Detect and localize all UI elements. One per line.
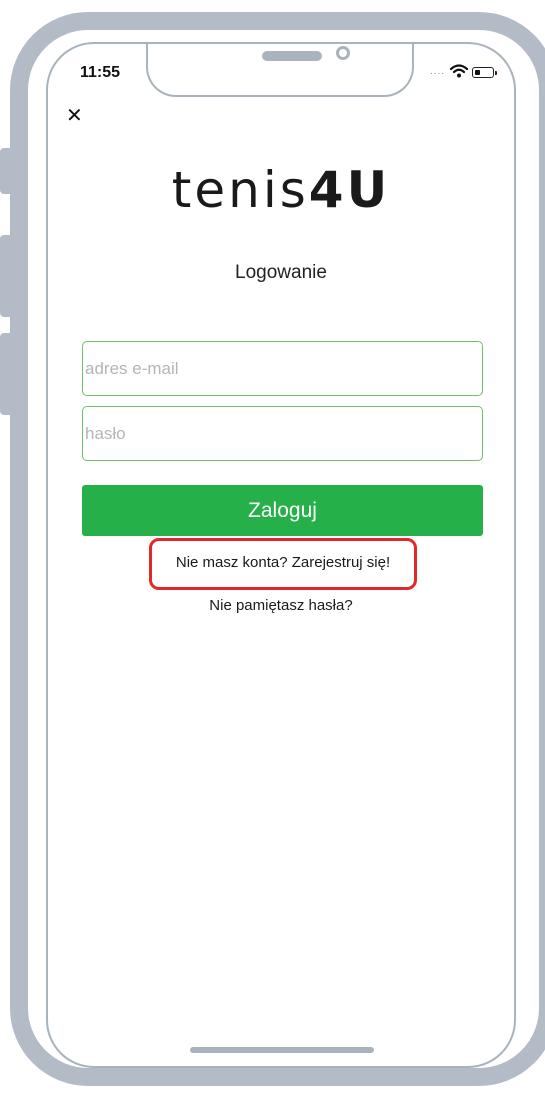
app-logo: tenis4U bbox=[48, 162, 514, 218]
login-button[interactable]: Zaloguj bbox=[82, 485, 483, 536]
speaker-grille bbox=[262, 51, 322, 61]
signal-icon: .... bbox=[430, 66, 446, 77]
register-link[interactable]: Nie masz konta? Zarejestruj się! bbox=[149, 538, 417, 590]
battery-icon bbox=[472, 67, 497, 78]
email-field[interactable] bbox=[82, 341, 483, 396]
logo-text-light: tenis bbox=[171, 161, 309, 219]
logo-text-bold: 4U bbox=[308, 161, 391, 219]
notch bbox=[146, 44, 414, 97]
front-camera bbox=[336, 46, 350, 60]
stage: 11:55 .... ✕ tenis4U Logowanie Zaloguj N… bbox=[0, 0, 545, 1093]
password-field[interactable] bbox=[82, 406, 483, 461]
forgot-password-link[interactable]: Nie pamiętasz hasła? bbox=[48, 597, 514, 614]
wifi-icon bbox=[450, 64, 468, 78]
home-indicator bbox=[190, 1047, 374, 1053]
phone-screen: 11:55 .... ✕ tenis4U Logowanie Zaloguj N… bbox=[46, 42, 516, 1068]
status-time: 11:55 bbox=[80, 64, 121, 81]
close-icon[interactable]: ✕ bbox=[66, 106, 83, 126]
page-title: Logowanie bbox=[235, 262, 327, 283]
